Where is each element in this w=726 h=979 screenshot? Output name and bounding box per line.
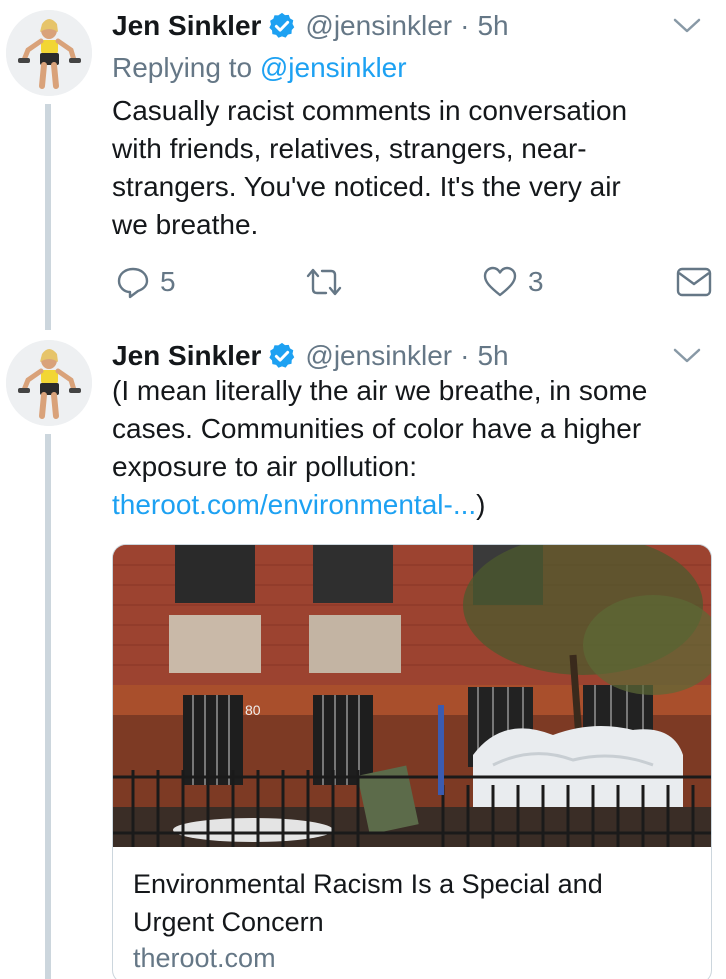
- verified-badge-icon: [267, 11, 297, 41]
- tweet-actions: 5 3: [112, 262, 712, 302]
- direct-message-button[interactable]: [676, 262, 712, 302]
- tweet-text-line: theroot.com/environmental-...): [112, 486, 647, 524]
- replying-to: Replying to @jensinkler: [112, 52, 407, 84]
- article-link[interactable]: theroot.com/environmental-...: [112, 489, 476, 520]
- heart-icon: [482, 265, 518, 299]
- tweet-text: Casually racist comments in conversation…: [112, 92, 627, 244]
- tweet-text-line: cases. Communities of color have a highe…: [112, 413, 642, 444]
- card-title-line: Environmental Racism Is a Special and: [133, 869, 603, 899]
- thread-line: [45, 104, 51, 330]
- card-image: 80: [113, 545, 711, 847]
- card-title[interactable]: Environmental Racism Is a Special and Ur…: [133, 865, 693, 941]
- card-title-line: Urgent Concern: [133, 907, 324, 937]
- separator-dot: ·: [460, 10, 470, 41]
- separator-dot: ·: [460, 340, 470, 371]
- tweet-text-line: strangers. You've noticed. It's the very…: [112, 171, 621, 202]
- retweet-button[interactable]: [304, 262, 344, 302]
- envelope-icon: [676, 266, 712, 298]
- replying-handle-link[interactable]: @jensinkler: [260, 52, 407, 83]
- card-domain: theroot.com: [133, 943, 276, 973]
- tweet-text-line: with friends, relatives, strangers, near…: [112, 133, 587, 164]
- tweet[interactable]: Jen Sinkler @jensinkler · 5h Replying to…: [0, 0, 726, 330]
- chevron-down-icon[interactable]: [672, 16, 702, 36]
- tweet-header: Jen Sinkler @jensinkler · 5h: [112, 6, 509, 46]
- tweet-text-line: exposure to air pollution:: [112, 451, 418, 482]
- retweet-icon: [304, 265, 344, 299]
- display-name[interactable]: Jen Sinkler: [112, 10, 261, 42]
- tweet-text-line: (I mean literally the air we breathe, in…: [112, 375, 648, 406]
- timestamp[interactable]: 5h: [477, 340, 508, 372]
- timestamp[interactable]: 5h: [477, 10, 508, 42]
- tweet-text-line: Casually racist comments in conversation: [112, 95, 628, 126]
- display-name[interactable]: Jen Sinkler: [112, 340, 261, 372]
- tweet[interactable]: Jen Sinkler @jensinkler · 5h (I mean lit…: [0, 330, 726, 979]
- handle[interactable]: @jensinkler: [305, 10, 452, 42]
- avatar[interactable]: [6, 340, 92, 426]
- verified-badge-icon: [267, 341, 297, 371]
- like-count: 3: [528, 266, 544, 297]
- reply-button[interactable]: 5: [116, 262, 176, 302]
- tweet-text-line: we breathe.: [112, 209, 259, 240]
- link-card[interactable]: 80 Environmental Racism Is a Special and…: [112, 544, 712, 979]
- avatar[interactable]: [6, 10, 92, 96]
- link-suffix: ): [476, 489, 486, 520]
- replying-label: Replying to: [112, 52, 253, 83]
- door-number: 80: [245, 702, 261, 718]
- thread-line: [45, 434, 51, 979]
- tweet-text: (I mean literally the air we breathe, in…: [112, 372, 647, 524]
- chevron-down-icon[interactable]: [672, 346, 702, 366]
- reply-icon: [116, 265, 150, 299]
- like-button[interactable]: 3: [482, 262, 544, 302]
- tweet-header: Jen Sinkler @jensinkler · 5h: [112, 336, 509, 376]
- handle[interactable]: @jensinkler: [305, 340, 452, 372]
- reply-count: 5: [160, 266, 176, 297]
